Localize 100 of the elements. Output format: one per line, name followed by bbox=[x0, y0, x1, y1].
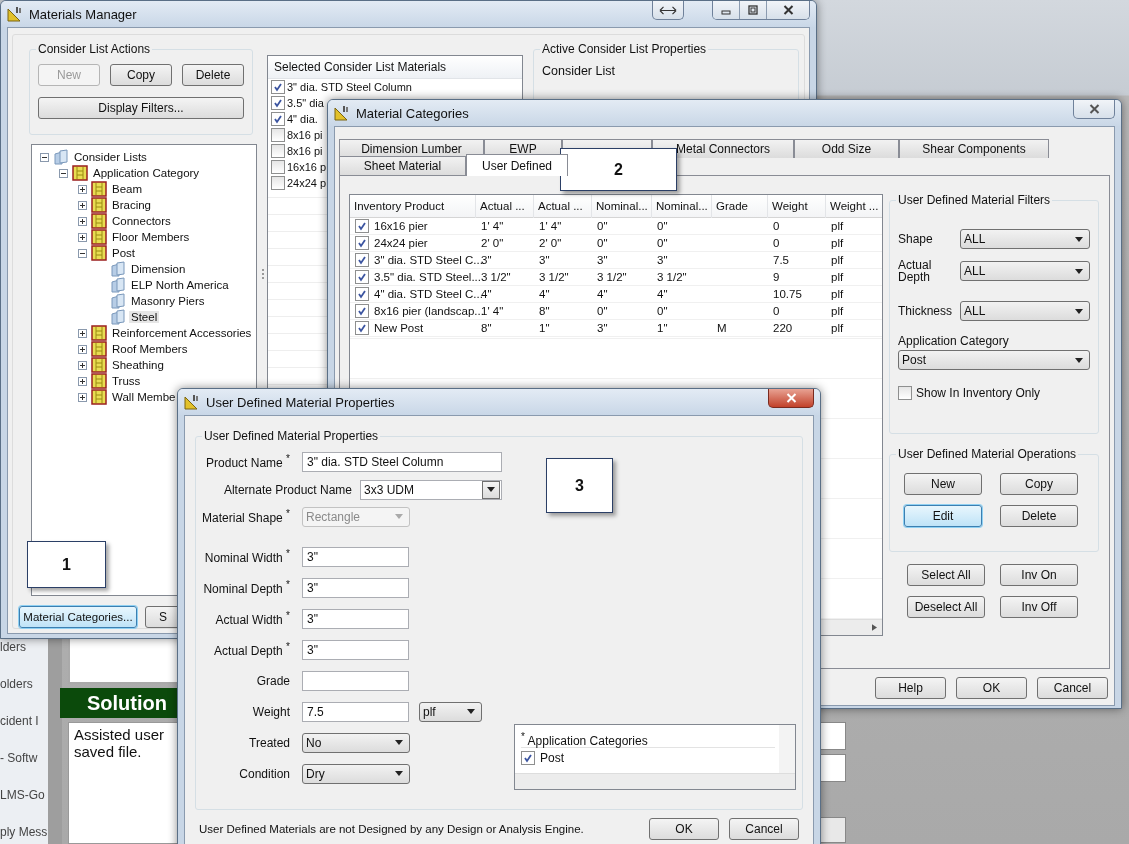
expander-icon[interactable] bbox=[78, 376, 87, 386]
operation-button[interactable]: New bbox=[904, 473, 982, 495]
tab[interactable]: Sheet Material bbox=[339, 156, 466, 175]
resize-button[interactable] bbox=[652, 1, 684, 20]
checkbox[interactable] bbox=[271, 176, 285, 190]
expander-icon[interactable] bbox=[78, 360, 87, 370]
tree-item[interactable]: Consider Lists bbox=[72, 151, 149, 163]
expander-icon[interactable] bbox=[78, 232, 87, 242]
checkbox[interactable] bbox=[271, 128, 285, 142]
expander-icon[interactable] bbox=[78, 392, 87, 402]
expander-icon[interactable] bbox=[78, 248, 87, 258]
checkbox[interactable] bbox=[271, 160, 285, 174]
checkbox[interactable] bbox=[271, 112, 285, 126]
dialog-button[interactable]: Material Categories... bbox=[19, 606, 137, 628]
input-field[interactable]: 3" bbox=[302, 608, 409, 629]
material-item[interactable]: 3" dia. STD Steel Column bbox=[287, 81, 412, 93]
dialog-button[interactable]: Cancel bbox=[1037, 677, 1108, 699]
selection-button[interactable]: Inv Off bbox=[1000, 596, 1078, 618]
material-item[interactable]: 16x16 p bbox=[287, 161, 327, 173]
input-field[interactable]: 3" bbox=[302, 577, 409, 598]
dropdown[interactable]: ALL bbox=[960, 261, 1090, 281]
tree-item[interactable]: Masonry Piers bbox=[129, 295, 207, 307]
tree-item[interactable]: Steel bbox=[129, 311, 160, 323]
expander-icon[interactable] bbox=[78, 216, 87, 226]
checkbox[interactable] bbox=[521, 751, 535, 765]
material-item[interactable]: 4" dia. bbox=[287, 113, 318, 125]
dropdown[interactable]: ALL bbox=[960, 301, 1090, 321]
material-item[interactable]: 8x16 pi bbox=[287, 145, 323, 157]
checkbox[interactable] bbox=[355, 236, 369, 250]
checkbox[interactable] bbox=[271, 144, 285, 158]
expander-icon[interactable] bbox=[78, 344, 87, 354]
dialog-button[interactable]: OK bbox=[649, 818, 719, 840]
dropdown[interactable]: Post bbox=[898, 350, 1090, 370]
input-field[interactable] bbox=[302, 670, 409, 691]
tree-item[interactable]: Bracing bbox=[110, 199, 153, 211]
input-field[interactable]: 3" bbox=[302, 639, 409, 660]
tree-item[interactable]: ELP North America bbox=[129, 279, 231, 291]
arrow-icon[interactable] bbox=[872, 624, 877, 631]
tab[interactable]: Shear Components bbox=[899, 139, 1049, 158]
tree-item[interactable]: Application Category bbox=[91, 167, 202, 179]
input-field[interactable]: 3" bbox=[302, 546, 409, 567]
tree-item[interactable]: Wall Membe bbox=[110, 391, 178, 403]
tree-item[interactable]: Roof Members bbox=[110, 343, 190, 355]
caret-icon[interactable] bbox=[487, 487, 495, 492]
checkbox[interactable] bbox=[355, 304, 369, 318]
sidebar-item[interactable]: ply Mess bbox=[0, 824, 48, 840]
input-field[interactable]: 7.5 bbox=[302, 701, 409, 722]
tree-item[interactable]: Beam bbox=[110, 183, 145, 195]
action-button[interactable]: Delete bbox=[182, 64, 244, 86]
close-button[interactable] bbox=[1073, 100, 1115, 119]
tree-item[interactable]: Floor Members bbox=[110, 231, 192, 243]
material-item[interactable]: 3.5" dia bbox=[287, 97, 324, 109]
sidebar-item[interactable]: - Softw bbox=[0, 750, 48, 766]
checkbox[interactable] bbox=[271, 80, 285, 94]
checkbox[interactable] bbox=[355, 253, 369, 267]
sidebar-item[interactable]: cident I bbox=[0, 713, 48, 729]
expander-icon[interactable] bbox=[78, 328, 87, 338]
dropdown[interactable]: No bbox=[302, 732, 410, 753]
dropdown[interactable]: ALL bbox=[960, 229, 1090, 249]
tree-item[interactable]: Sheathing bbox=[110, 359, 166, 371]
unit-dropdown[interactable]: plf bbox=[419, 701, 482, 722]
selection-button[interactable]: Inv On bbox=[1000, 564, 1078, 586]
expander-icon[interactable] bbox=[59, 168, 68, 178]
operation-button[interactable]: Delete bbox=[1000, 505, 1078, 527]
category-item[interactable]: Post bbox=[540, 751, 564, 765]
scrollbar[interactable] bbox=[779, 725, 795, 773]
checkbox[interactable] bbox=[355, 219, 369, 233]
checkbox[interactable] bbox=[898, 386, 912, 400]
combo-box[interactable]: 3x3 UDM bbox=[360, 479, 502, 500]
tab[interactable]: Metal Connectors bbox=[652, 139, 794, 158]
expander-icon[interactable] bbox=[40, 152, 49, 162]
tree-item[interactable]: Post bbox=[110, 247, 137, 259]
close-button[interactable] bbox=[768, 389, 814, 408]
tree-item[interactable]: Truss bbox=[110, 375, 143, 387]
selection-button[interactable]: Deselect All bbox=[907, 596, 985, 618]
tab[interactable]: Odd Size bbox=[794, 139, 899, 158]
tree-item[interactable]: Connectors bbox=[110, 215, 173, 227]
operation-button[interactable]: Copy bbox=[1000, 473, 1078, 495]
maximize-button[interactable] bbox=[740, 1, 767, 19]
expander-icon[interactable] bbox=[78, 184, 87, 194]
tree-item[interactable]: Dimension bbox=[129, 263, 188, 275]
close-button[interactable] bbox=[767, 1, 809, 19]
sidebar-item[interactable]: lders bbox=[0, 639, 48, 655]
expander-icon[interactable] bbox=[78, 200, 87, 210]
selection-button[interactable]: Select All bbox=[907, 564, 985, 586]
material-item[interactable]: 24x24 p bbox=[287, 177, 327, 189]
action-button[interactable]: Copy bbox=[110, 64, 172, 86]
display-filters-button[interactable]: Display Filters... bbox=[38, 97, 244, 119]
checkbox[interactable] bbox=[355, 270, 369, 284]
dialog-button[interactable]: Cancel bbox=[729, 818, 799, 840]
sidebar-item[interactable]: olders bbox=[0, 676, 48, 692]
minimize-button[interactable] bbox=[713, 1, 740, 19]
checkbox[interactable] bbox=[355, 287, 369, 301]
checkbox-label[interactable]: Show In Inventory Only bbox=[916, 386, 1041, 400]
dropdown[interactable]: Dry bbox=[302, 763, 410, 784]
tab[interactable]: User Defined bbox=[466, 154, 568, 176]
material-item[interactable]: 8x16 pi bbox=[287, 129, 323, 141]
checkbox[interactable] bbox=[355, 321, 369, 335]
dialog-button[interactable]: Help bbox=[875, 677, 946, 699]
dialog-button[interactable]: OK bbox=[956, 677, 1027, 699]
